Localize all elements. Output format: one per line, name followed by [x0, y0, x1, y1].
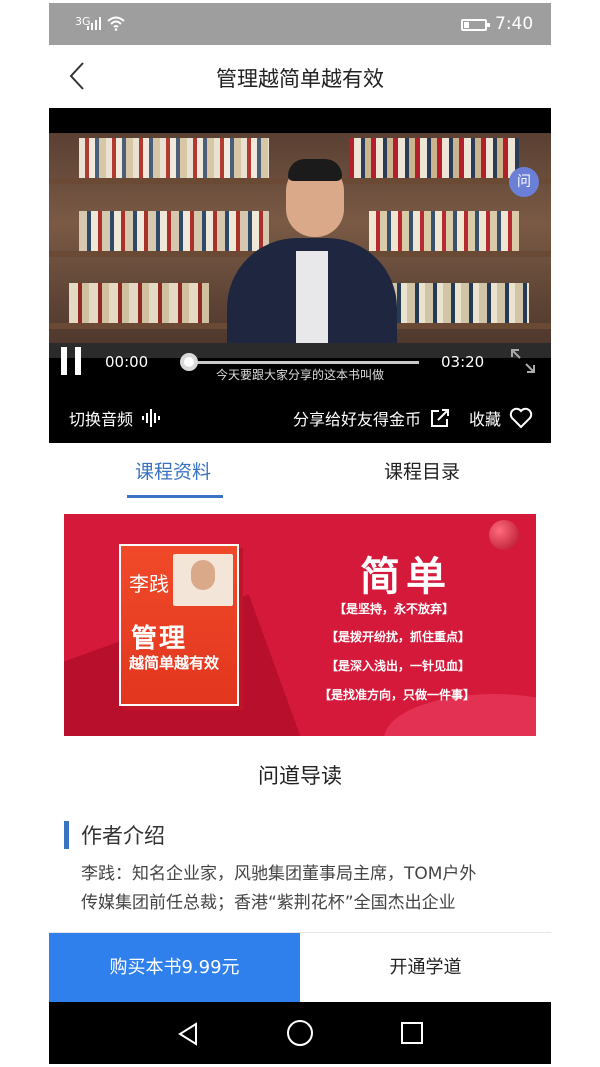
- presenter-hair: [288, 159, 342, 181]
- nav-recents-icon[interactable]: [401, 1022, 423, 1044]
- system-nav-bar: [49, 1002, 551, 1064]
- open-membership-button[interactable]: 开通学道: [300, 933, 551, 1003]
- share-icon: [431, 409, 450, 427]
- video-action-bar: 切换音频 分享给好友得金币 收藏: [49, 393, 551, 443]
- video-player[interactable]: 问 00:00 03:20 今天要跟大家分享的这本书叫做 切换音频 分享给好友得…: [49, 108, 551, 443]
- author-photo: [173, 554, 233, 606]
- presenter-shirt: [296, 251, 328, 358]
- tab-course-catalog[interactable]: 课程目录: [384, 457, 460, 484]
- share-button[interactable]: 分享给好友得金币: [293, 406, 451, 430]
- audio-wave-icon: [142, 409, 161, 427]
- author-desc-line: 李践：知名企业家，风驰集团董事局主席，TOM户外: [81, 864, 477, 884]
- banner-line: 【是深入浅出，一针见血】: [326, 659, 471, 673]
- clock: 7:40: [495, 14, 534, 34]
- guide-title: 问道导读: [258, 764, 342, 788]
- nav-back-icon[interactable]: [177, 1022, 199, 1046]
- share-label: 分享给好友得金币: [293, 410, 422, 429]
- author-section-heading: 作者介绍: [64, 820, 165, 850]
- signal-icon: [87, 17, 101, 30]
- page-title: 管理越简单越有效: [216, 67, 384, 91]
- progress-track[interactable]: [189, 361, 419, 364]
- content-tabs: 课程资料 课程目录: [49, 443, 551, 501]
- video-subtitle: 今天要跟大家分享的这本书叫做: [215, 368, 384, 382]
- battery-icon: [461, 19, 490, 31]
- purchase-bar: 购买本书9.99元 开通学道: [49, 932, 551, 1003]
- book-cover: 李践 管理 越简单越有效: [119, 544, 239, 706]
- books: [79, 138, 269, 178]
- collect-label: 收藏: [469, 410, 502, 429]
- books: [69, 283, 209, 323]
- book-banner[interactable]: 李践 管理 越简单越有效 简单 【是坚持，永不放弃】 【是拨开纷扰，抓住重点】 …: [64, 514, 536, 736]
- books: [79, 211, 269, 251]
- status-bar: 3G 7:40: [49, 3, 551, 45]
- video-frame: 问: [49, 133, 551, 358]
- author-description: 李践：知名企业家，风驰集团董事局主席，TOM户外 传媒集团前任总裁；香港“紫荆花…: [81, 860, 531, 918]
- author-desc-line: 传媒集团前任总裁；香港“紫荆花杯”全国杰出企业: [81, 893, 456, 913]
- banner-line: 【是拨开纷扰，抓住重点】: [326, 630, 471, 644]
- buy-book-button[interactable]: 购买本书9.99元: [49, 933, 300, 1003]
- collect-button[interactable]: 收藏: [469, 406, 533, 430]
- book-author: 李践: [129, 572, 169, 596]
- banner-headline: 简单: [360, 553, 452, 600]
- heart-icon: [509, 407, 533, 429]
- banner-line: 【是找准方向，只做一件事】: [319, 688, 476, 702]
- tab-course-materials[interactable]: 课程资料: [135, 457, 211, 484]
- active-tab-indicator: [127, 495, 223, 498]
- books: [389, 283, 529, 323]
- book-title-main: 管理: [131, 624, 188, 654]
- nav-home-icon[interactable]: [287, 1020, 313, 1046]
- nav-header: 管理越简单越有效: [49, 45, 551, 108]
- book-title-sub: 越简单越有效: [129, 654, 220, 672]
- banner-ornament: [489, 520, 519, 550]
- switch-audio-button[interactable]: 切换音频: [69, 406, 163, 430]
- banner-line: 【是坚持，永不放弃】: [334, 602, 455, 616]
- author-heading-text: 作者介绍: [81, 824, 165, 848]
- watermark-logo-icon: 问: [509, 167, 539, 197]
- books: [369, 211, 519, 251]
- app-screen: 3G 7:40 管理越简单越有效 问 00:00 03:20 今天要跟大家分享的…: [49, 0, 551, 1067]
- books: [349, 138, 519, 178]
- section-marker: [64, 821, 69, 849]
- wifi-icon: [107, 16, 125, 31]
- switch-audio-label: 切换音频: [69, 410, 134, 429]
